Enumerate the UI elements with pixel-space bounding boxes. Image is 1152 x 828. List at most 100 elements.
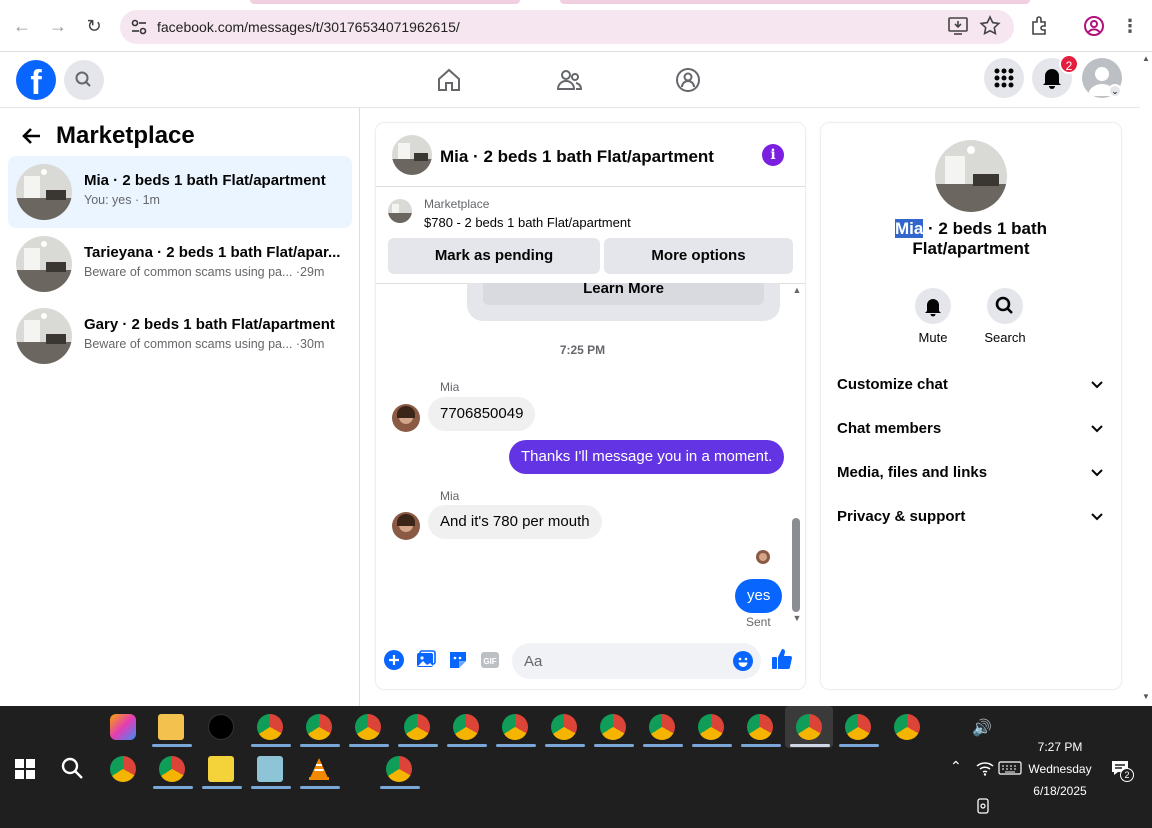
system-clock[interactable]: 7:27 PM Wednesday 6/18/2025 bbox=[1008, 736, 1112, 802]
scroll-down-arrow[interactable]: ▼ bbox=[1140, 692, 1152, 701]
taskbar-search-icon[interactable] bbox=[60, 756, 84, 780]
windows-start-icon[interactable] bbox=[14, 758, 36, 780]
conversation-item[interactable]: Mia · 2 beds 1 bath Flat/apartment You: … bbox=[8, 156, 352, 228]
mute-button[interactable]: Mute bbox=[897, 288, 969, 345]
privacy-support-section[interactable]: Privacy & support bbox=[837, 495, 1105, 539]
chat-members-section[interactable]: Chat members bbox=[837, 407, 1105, 451]
sender-avatar[interactable] bbox=[392, 404, 420, 432]
chrome-profile-icon[interactable] bbox=[502, 714, 528, 740]
phone-link-icon[interactable] bbox=[975, 798, 991, 814]
listing-thumbnail[interactable] bbox=[935, 140, 1007, 212]
url-text[interactable]: facebook.com/messages/t/3017653407196261… bbox=[157, 19, 460, 35]
active-indicator bbox=[643, 744, 683, 747]
learn-more-button[interactable]: Learn More bbox=[483, 281, 764, 305]
page-scrollbar[interactable]: ▲ ▼ bbox=[1140, 52, 1152, 706]
chrome-profile-icon[interactable] bbox=[747, 714, 773, 740]
back-icon[interactable]: ← bbox=[10, 14, 34, 38]
forward-icon[interactable]: → bbox=[46, 14, 70, 38]
browser-menu-icon[interactable]: ⋮ bbox=[1118, 14, 1142, 38]
info-icon[interactable]: i bbox=[762, 144, 784, 166]
chrome-profile-icon[interactable] bbox=[649, 714, 675, 740]
scroll-up-arrow[interactable]: ▲ bbox=[789, 285, 805, 299]
copilot-icon[interactable] bbox=[110, 714, 136, 740]
message-bubble[interactable]: Thanks I'll message you in a moment. bbox=[509, 440, 785, 474]
notification-badge: 2 bbox=[1059, 54, 1079, 74]
chat-scrollbar[interactable] bbox=[792, 518, 800, 612]
plus-icon[interactable] bbox=[383, 649, 405, 671]
photo-icon[interactable] bbox=[415, 649, 437, 671]
conversation-item[interactable]: Tarieyana · 2 beds 1 bath Flat/apar... B… bbox=[8, 228, 352, 300]
conversation-name: Mia · 2 beds 1 bath Flat/apartment bbox=[84, 172, 326, 189]
message-bubble[interactable]: And it's 780 per mouth bbox=[428, 505, 602, 539]
chrome-icon[interactable] bbox=[110, 756, 136, 782]
message-timestamp: 7:25 PM bbox=[559, 343, 606, 357]
section-label: Chat members bbox=[837, 420, 942, 437]
section-label: Customize chat bbox=[837, 376, 948, 393]
bookmark-star-icon[interactable] bbox=[978, 14, 1002, 38]
vlc-icon[interactable] bbox=[306, 756, 332, 782]
gif-icon[interactable]: GIF bbox=[479, 649, 501, 671]
facebook-logo[interactable]: f bbox=[16, 60, 56, 100]
chrome-profile-icon[interactable] bbox=[257, 714, 283, 740]
media-files-section[interactable]: Media, files and links bbox=[837, 451, 1105, 495]
scroll-down-arrow[interactable]: ▼ bbox=[789, 613, 805, 627]
show-hidden-icons-chevron[interactable]: ⌃ bbox=[950, 758, 962, 775]
conversation-item[interactable]: Gary · 2 beds 1 bath Flat/apartment Bewa… bbox=[8, 300, 352, 372]
menu-button[interactable] bbox=[984, 58, 1024, 98]
chrome-profile-icon[interactable] bbox=[355, 714, 381, 740]
address-bar[interactable]: facebook.com/messages/t/3017653407196261… bbox=[120, 10, 1014, 44]
profile-icon[interactable] bbox=[1082, 14, 1106, 38]
listing-thumbnail bbox=[388, 199, 412, 223]
scroll-up-arrow[interactable]: ▲ bbox=[1140, 54, 1152, 63]
message-sender: Mia bbox=[440, 489, 460, 503]
active-indicator bbox=[153, 786, 193, 789]
wifi-icon[interactable] bbox=[976, 760, 994, 776]
groups-icon[interactable] bbox=[674, 66, 702, 94]
chat-title[interactable]: Mia · 2 beds 1 bath Flat/apartment bbox=[440, 147, 714, 167]
chrome-profile-icon[interactable] bbox=[600, 714, 626, 740]
chrome-profile-icon[interactable] bbox=[698, 714, 724, 740]
notepad-icon[interactable] bbox=[257, 756, 283, 782]
facebook-search-button[interactable] bbox=[64, 60, 104, 100]
mark-as-pending-button[interactable]: Mark as pending bbox=[388, 238, 600, 274]
message-composer: GIF bbox=[376, 633, 805, 689]
chrome-profile-icon[interactable] bbox=[453, 714, 479, 740]
more-options-button[interactable]: More options bbox=[604, 238, 793, 274]
customize-chat-section[interactable]: Customize chat bbox=[837, 363, 1105, 407]
message-bubble[interactable]: 7706850049 bbox=[428, 397, 536, 431]
active-indicator bbox=[594, 744, 634, 747]
chrome-profile-icon[interactable] bbox=[404, 714, 430, 740]
sticker-icon[interactable] bbox=[447, 649, 469, 671]
page-title: Marketplace bbox=[56, 122, 195, 149]
home-icon[interactable] bbox=[435, 66, 463, 94]
site-info-icon[interactable] bbox=[130, 18, 148, 36]
friends-icon[interactable] bbox=[555, 66, 583, 94]
file-explorer-icon[interactable] bbox=[158, 714, 184, 740]
tiktok-icon[interactable] bbox=[208, 714, 234, 740]
facebook-header: f 2 ⌄ bbox=[0, 52, 1140, 108]
chrome-profile-icon[interactable] bbox=[845, 714, 871, 740]
message-bubble[interactable]: yes bbox=[735, 579, 783, 613]
sticky-notes-icon[interactable] bbox=[208, 756, 234, 782]
message-input[interactable] bbox=[512, 643, 761, 679]
listing-price[interactable]: $780 - 2 beds 1 bath Flat/apartment bbox=[424, 215, 631, 230]
chrome-profile-icon[interactable] bbox=[386, 756, 412, 782]
volume-icon[interactable]: 🔊 bbox=[972, 718, 992, 738]
chrome-profile-icon[interactable] bbox=[796, 714, 822, 740]
chrome-profile-icon[interactable] bbox=[306, 714, 332, 740]
extensions-icon[interactable] bbox=[1028, 14, 1052, 38]
clock-time: 7:27 PM bbox=[1037, 740, 1083, 754]
sender-avatar[interactable] bbox=[392, 512, 420, 540]
thumbs-up-icon[interactable] bbox=[770, 647, 794, 671]
search-conversation-button[interactable]: Search bbox=[969, 288, 1041, 345]
chrome-profile-icon[interactable] bbox=[159, 756, 185, 782]
chrome-profile-icon[interactable] bbox=[551, 714, 577, 740]
mute-label: Mute bbox=[918, 330, 948, 345]
reload-icon[interactable]: ↻ bbox=[82, 14, 106, 38]
install-app-icon[interactable] bbox=[946, 14, 970, 38]
emoji-icon[interactable] bbox=[733, 651, 753, 671]
listing-thumbnail[interactable] bbox=[392, 135, 432, 175]
back-arrow-icon[interactable] bbox=[20, 124, 44, 148]
account-chevron-icon[interactable]: ⌄ bbox=[1108, 84, 1122, 98]
chrome-profile-icon[interactable] bbox=[894, 714, 920, 740]
